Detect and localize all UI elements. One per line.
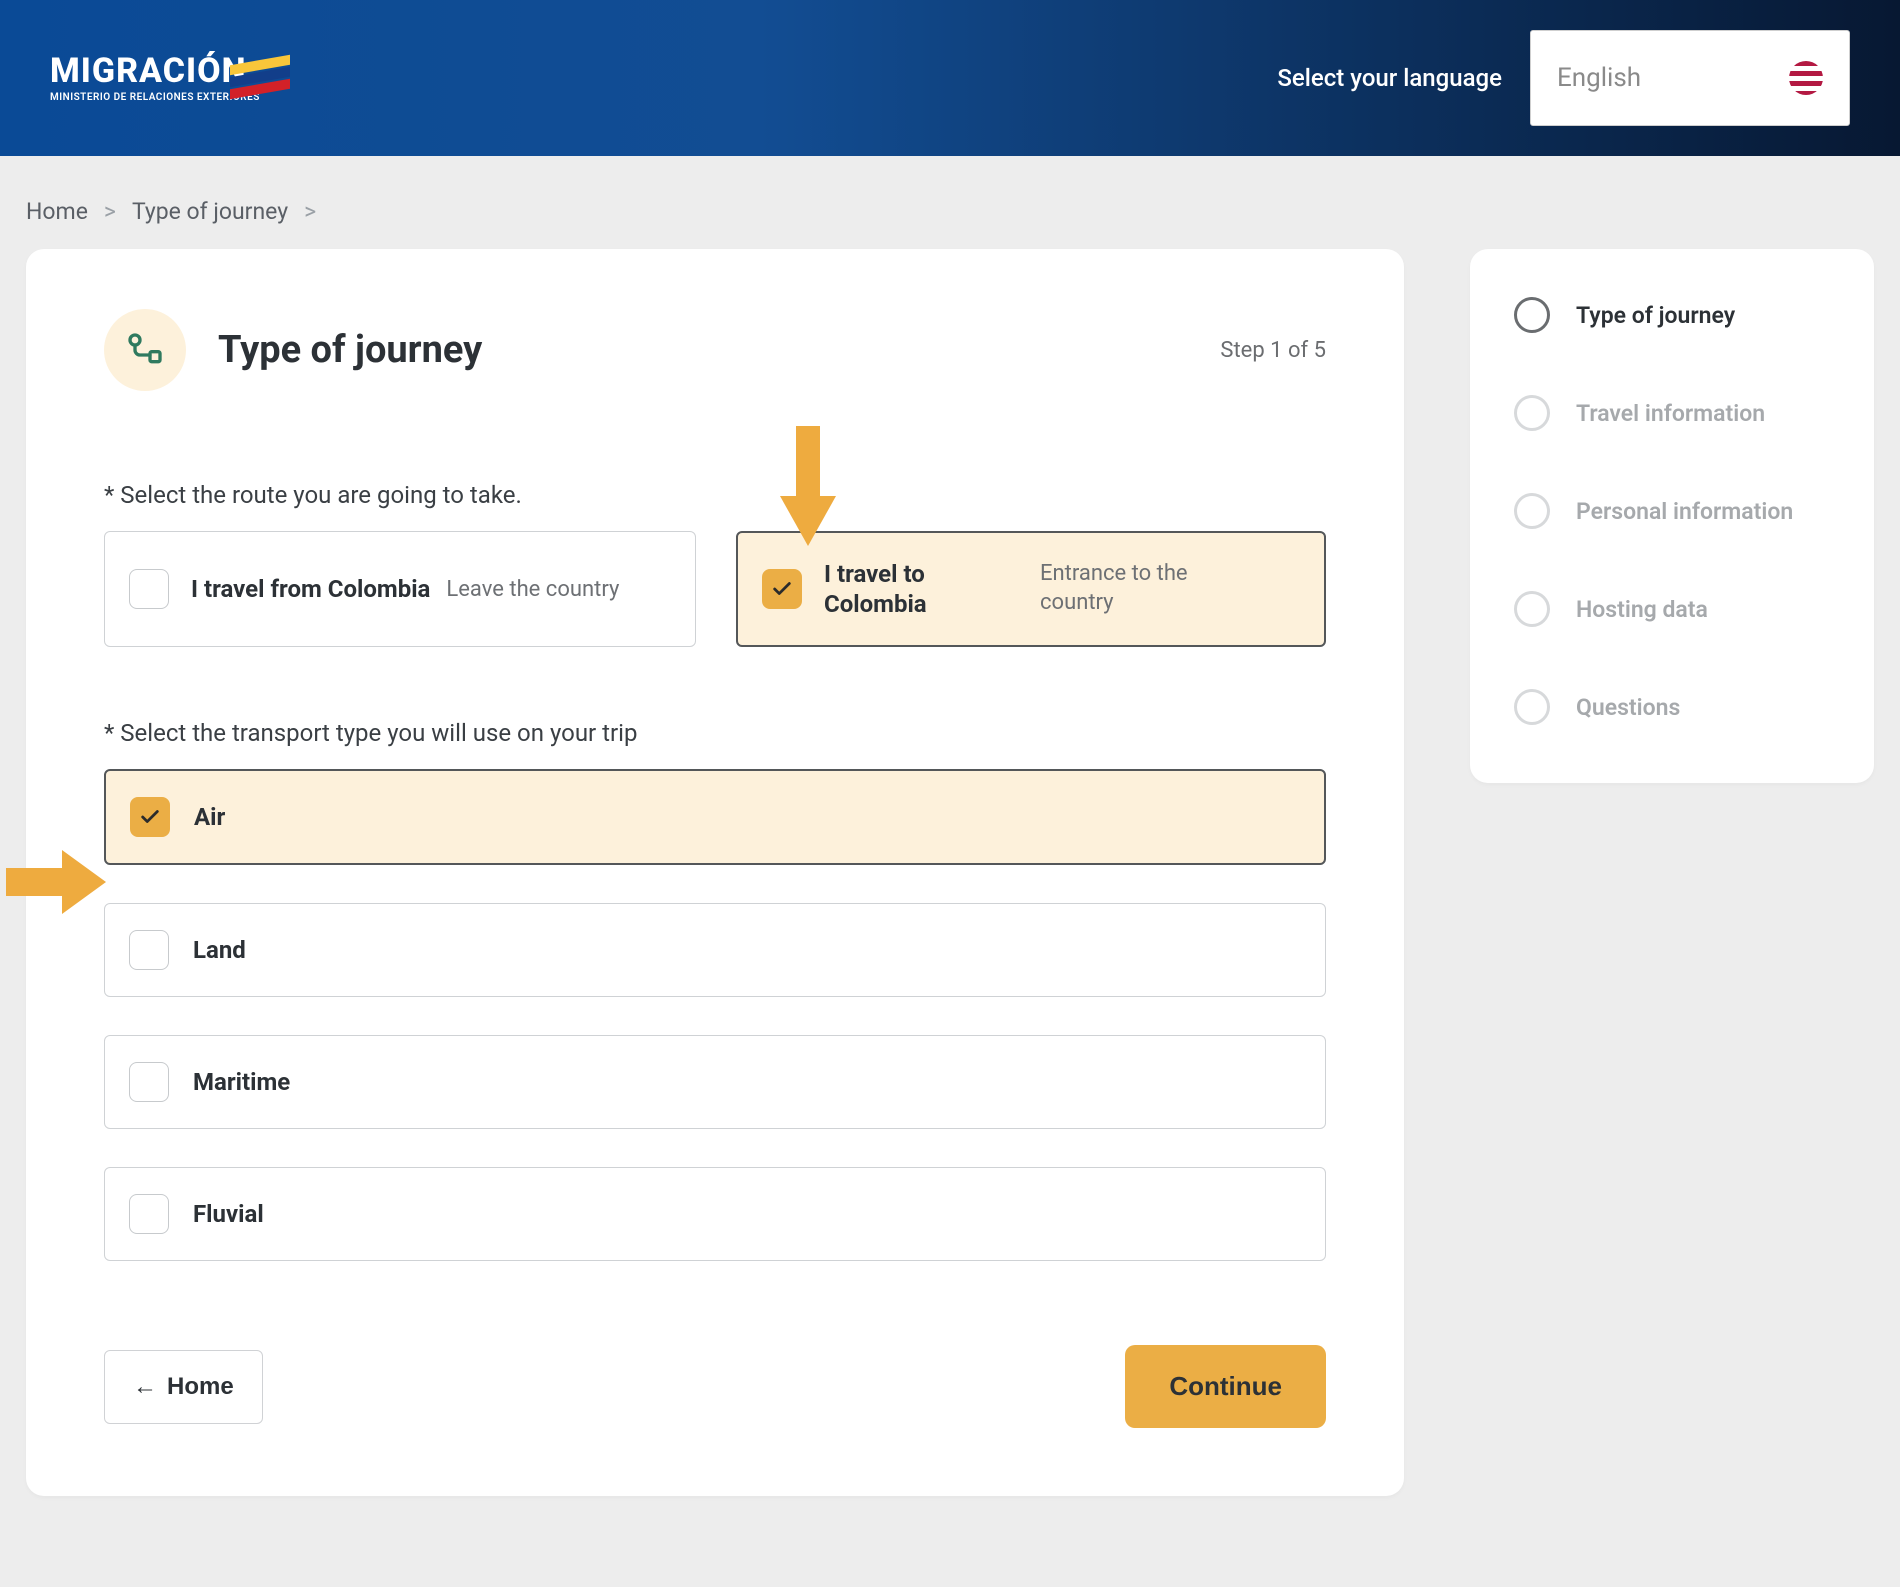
home-button-label: Home [167,1373,234,1401]
continue-button[interactable]: Continue [1125,1345,1326,1428]
breadcrumb-current[interactable]: Type of journey [132,198,288,225]
logo-main-text: MIGRACIÓN [50,54,260,88]
checkbox [130,797,170,837]
step-type-of-journey[interactable]: Type of journey [1514,297,1830,333]
transport-option-fluvial[interactable]: Fluvial [104,1167,1326,1261]
card-header: Type of journey Step 1 of 5 [104,309,1326,391]
step-label: Questions [1576,694,1680,721]
route-option-sub: Leave the country [446,577,619,602]
step-label: Type of journey [1576,302,1735,329]
transport-label: Air [194,803,225,831]
chevron-right-icon: > [104,198,116,225]
step-questions[interactable]: Questions [1514,689,1830,725]
app-header: MIGRACIÓN MINISTERIO DE RELACIONES EXTER… [0,0,1900,156]
step-travel-information[interactable]: Travel information [1514,395,1830,431]
step-label: Travel information [1576,400,1765,427]
logo-sub-text: MINISTERIO DE RELACIONES EXTERIORES [50,92,260,103]
logo-flag-stripes [230,58,290,98]
step-label: Personal information [1576,498,1793,525]
checkbox [129,930,169,970]
transport-label: Fluvial [193,1200,264,1228]
transport-label: Land [193,936,246,964]
transport-options: Air Land Maritime Fluvial [104,769,1326,1261]
step-personal-information[interactable]: Personal information [1514,493,1830,529]
transport-option-air[interactable]: Air [104,769,1326,865]
step-dot-icon [1514,689,1550,725]
form-card: Type of journey Step 1 of 5 * Select the… [26,249,1404,1496]
transport-label: Maritime [193,1068,290,1096]
transport-section-label: * Select the transport type you will use… [104,719,1326,747]
language-label: Select your language [1277,64,1502,92]
flag-us-icon [1789,61,1823,95]
steps-sidebar: Type of journey Travel information Perso… [1470,249,1874,783]
logo: MIGRACIÓN MINISTERIO DE RELACIONES EXTER… [50,54,290,103]
checkbox [762,569,802,609]
step-hosting-data[interactable]: Hosting data [1514,591,1830,627]
annotation-arrow-right-icon [6,850,106,914]
breadcrumb: Home > Type of journey > [0,156,1900,249]
checkbox [129,569,169,609]
route-option-sub: Entrance to the country [1040,560,1260,617]
page-title: Type of journey [218,328,482,372]
chevron-right-icon: > [304,198,316,225]
route-option-from-colombia[interactable]: I travel from Colombia Leave the country [104,531,696,647]
route-section-label: * Select the route you are going to take… [104,481,1326,509]
route-options: I travel from Colombia Leave the country… [104,531,1326,647]
annotation-arrow-down-icon [780,426,836,546]
checkbox [129,1194,169,1234]
home-button[interactable]: ← Home [104,1350,263,1424]
transport-option-maritime[interactable]: Maritime [104,1035,1326,1129]
card-footer: ← Home Continue [104,1345,1326,1428]
checkbox [129,1062,169,1102]
step-dot-icon [1514,591,1550,627]
step-dot-icon [1514,493,1550,529]
step-indicator: Step 1 of 5 [1220,338,1326,363]
step-dot-icon [1514,297,1550,333]
arrow-left-icon: ← [133,1373,157,1401]
route-option-main: I travel to Colombia [824,560,927,618]
transport-option-land[interactable]: Land [104,903,1326,997]
language-area: Select your language English [1277,30,1850,126]
step-label: Hosting data [1576,596,1708,623]
journey-icon [104,309,186,391]
language-value: English [1557,63,1641,93]
route-option-main: I travel from Colombia [191,575,430,603]
breadcrumb-home[interactable]: Home [26,198,88,225]
language-select[interactable]: English [1530,30,1850,126]
step-dot-icon [1514,395,1550,431]
route-option-to-colombia[interactable]: I travel to Colombia Entrance to the cou… [736,531,1326,647]
